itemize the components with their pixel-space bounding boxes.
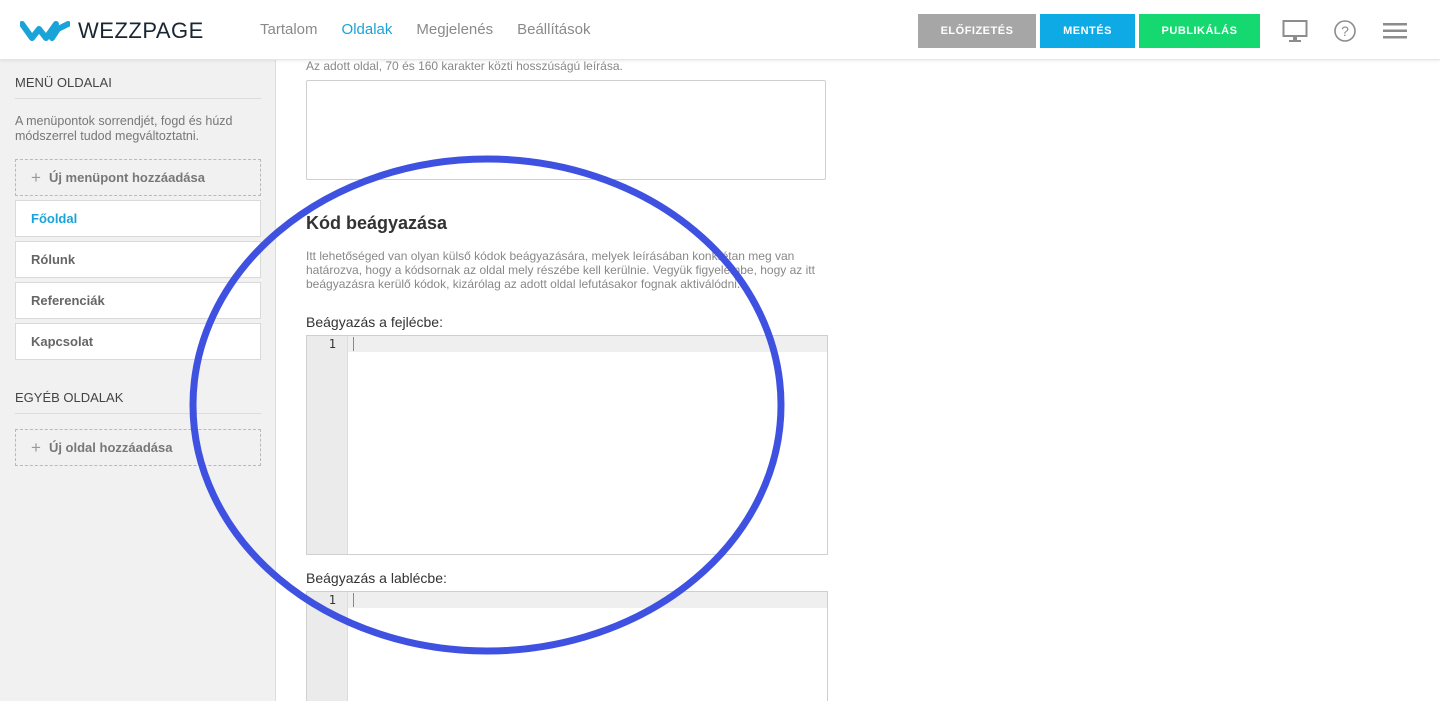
line-number: 1 [328,593,336,607]
top-bar: WEZZPAGE Tartalom Oldalak Megjelenés Beá… [0,0,1440,60]
menu-icon[interactable] [1382,18,1408,44]
code-section-title: Kód beágyazása [306,213,448,233]
add-menu-item-label: Új menüpont hozzáadása [48,170,205,185]
nav-oldalak[interactable]: Oldalak [342,21,393,38]
sidebar-item-label: Referenciák [31,293,105,308]
code-section-description: Itt lehetőséged van olyan külső kódok be… [306,249,815,291]
other-pages-heading: EGYÉB OLDALAK [15,390,261,414]
sidebar-item-referenciak[interactable]: Referenciák [15,282,261,319]
sidebar: MENÜ OLDALAI A menüpontok sorrendjét, fo… [0,60,276,701]
editor-gutter [307,592,348,701]
main-nav: Tartalom Oldalak Megjelenés Beállítások [260,21,590,38]
sidebar-item-rolunk[interactable]: Rólunk [15,241,261,278]
header-code-editor[interactable]: 1 [306,335,828,555]
add-page-label: Új oldal hozzáadása [48,440,173,455]
logo[interactable]: WEZZPAGE [20,17,204,45]
logo-icon [20,21,70,41]
description-hint: Az adott oldal, 70 és 160 karakter közti… [306,60,623,73]
text-cursor [353,337,354,351]
sidebar-item-fooldal[interactable]: Főoldal [15,200,261,237]
add-menu-item-button[interactable]: + Új menüpont hozzáadása [15,159,261,196]
help-icon[interactable]: ? [1332,18,1358,44]
menu-pages-heading: MENÜ OLDALAI [15,75,261,99]
desktop-preview-icon[interactable] [1282,18,1308,44]
main-content: Az adott oldal, 70 és 160 karakter közti… [276,60,1440,701]
subscription-button[interactable]: ELŐFIZETÉS [918,14,1036,48]
save-button[interactable]: MENTÉS [1040,14,1135,48]
active-line [348,592,827,608]
editor-gutter [307,336,348,554]
sidebar-item-label: Főoldal [31,211,78,226]
header-embed-label: Beágyazás a fejlécbe: [306,314,443,330]
footer-code-editor[interactable]: 1 [306,591,828,701]
nav-beallitasok[interactable]: Beállítások [517,21,590,38]
active-line [348,336,827,352]
line-number: 1 [328,337,336,351]
nav-megjelenes[interactable]: Megjelenés [416,21,493,38]
text-cursor [353,593,354,607]
brand-name: WEZZPAGE [78,18,204,43]
plus-icon: + [31,167,41,187]
sidebar-item-kapcsolat[interactable]: Kapcsolat [15,323,261,360]
description-textarea[interactable] [306,80,826,180]
add-page-button[interactable]: + Új oldal hozzáadása [15,429,261,466]
svg-text:?: ? [1341,23,1349,39]
menu-help-text: A menüpontok sorrendjét, fogd és húzd mó… [15,114,233,143]
sidebar-item-label: Kapcsolat [31,334,94,349]
footer-embed-label: Beágyazás a lablécbe: [306,570,447,586]
sidebar-item-label: Rólunk [31,252,76,267]
nav-tartalom[interactable]: Tartalom [260,21,318,38]
publish-button[interactable]: PUBLIKÁLÁS [1139,14,1260,48]
plus-icon: + [31,437,41,457]
